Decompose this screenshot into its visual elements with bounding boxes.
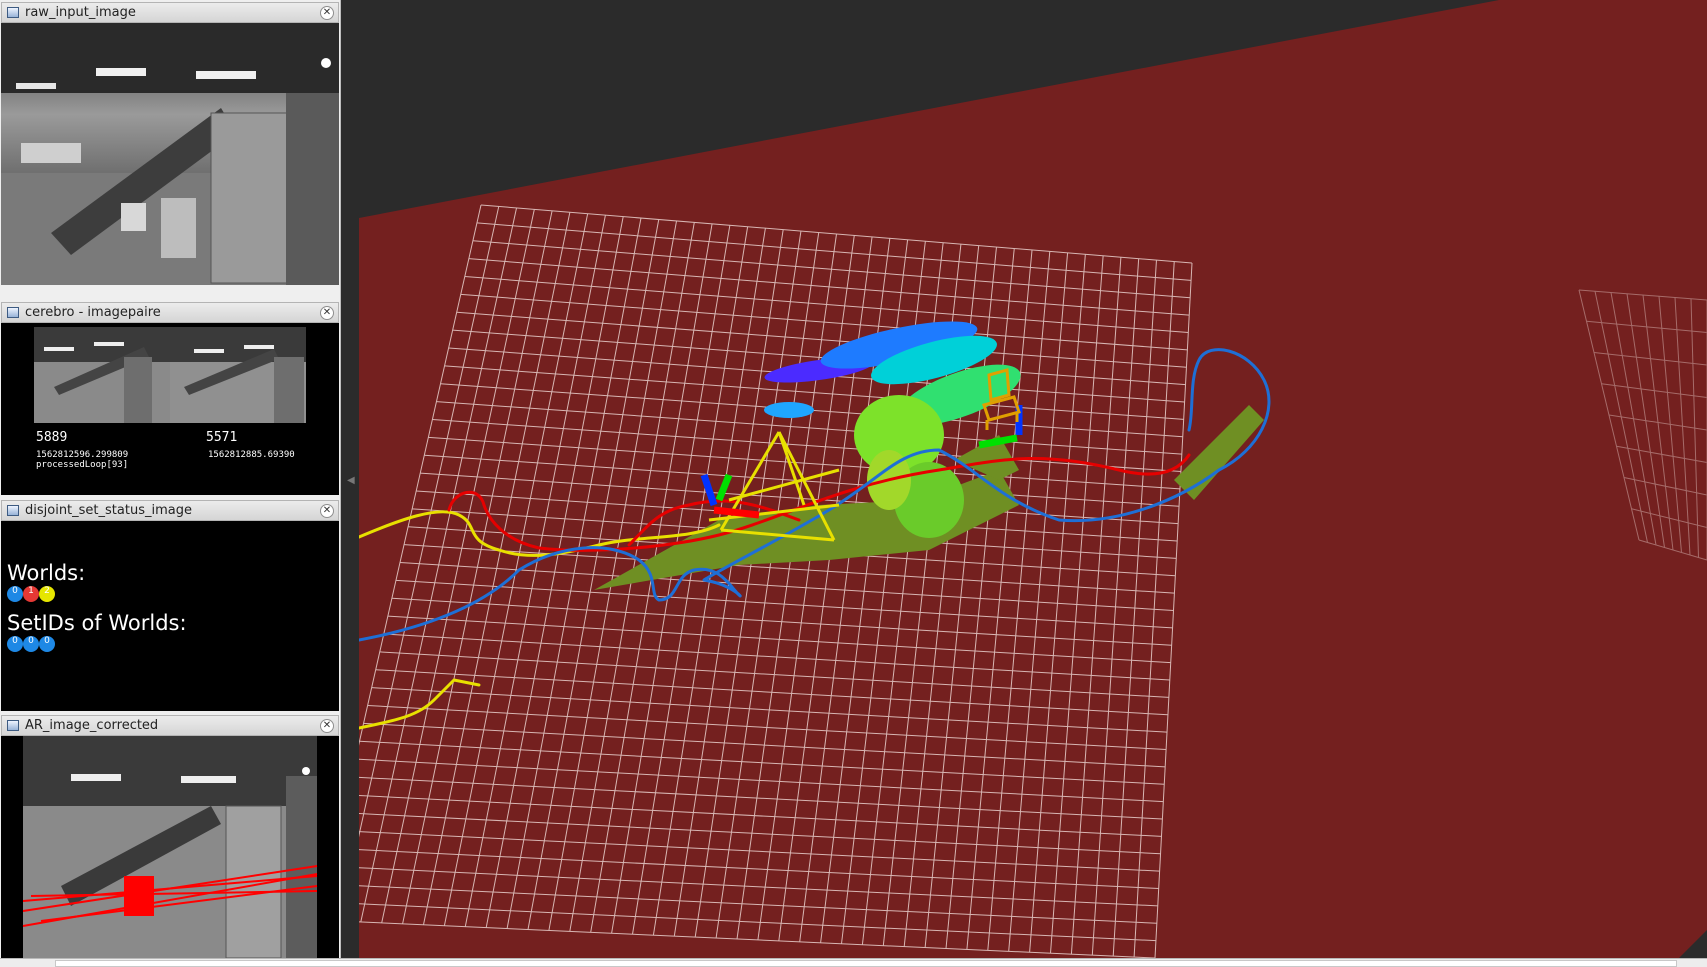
disjoint-set-status-view: Worlds: 012 SetIDs of Worlds: 000 bbox=[1, 521, 339, 711]
image-window-icon bbox=[7, 7, 19, 18]
loop-status: processedLoop[93] bbox=[36, 460, 128, 470]
panel-title: AR_image_corrected bbox=[25, 718, 320, 733]
left-frame-id: 5889 bbox=[36, 430, 67, 445]
raw-input-image-panel: raw_input_image ✕ bbox=[1, 2, 339, 285]
right-timestamp: 1562812885.69390 bbox=[208, 450, 295, 460]
panel-title: cerebro - imagepaire bbox=[25, 305, 320, 320]
panel-title: disjoint_set_status_image bbox=[25, 503, 320, 518]
setids-label: SetIDs of Worlds: bbox=[7, 611, 187, 635]
ar-image-view bbox=[1, 736, 339, 958]
ar-image-corrected-panel: AR_image_corrected ✕ bbox=[1, 715, 339, 958]
panel-titlebar[interactable]: raw_input_image ✕ bbox=[1, 2, 339, 23]
world-dots: 012 bbox=[7, 586, 55, 602]
setid-dot: 0 bbox=[39, 636, 55, 652]
panel-titlebar[interactable]: cerebro - imagepaire ✕ bbox=[1, 302, 339, 323]
close-icon[interactable]: ✕ bbox=[320, 504, 334, 518]
world-dot: 0 bbox=[7, 586, 23, 602]
world-dot: 2 bbox=[39, 586, 55, 602]
right-frame-id: 5571 bbox=[206, 430, 237, 445]
cerebro-imagepaire-panel: cerebro - imagepaire ✕ 5889 5571 1562812… bbox=[1, 302, 339, 495]
cerebro-imagepaire-view: 5889 5571 1562812596.299809 1562812885.6… bbox=[1, 323, 339, 495]
image-pair-thumbnails bbox=[34, 327, 306, 423]
ar-camera-image bbox=[1, 736, 339, 958]
rviz-3d-viewport[interactable] bbox=[359, 0, 1707, 958]
image-dock: raw_input_image ✕ bbox=[0, 0, 341, 958]
setid-dot: 0 bbox=[7, 636, 23, 652]
world-dot: 1 bbox=[23, 586, 39, 602]
camera-image bbox=[1, 23, 339, 285]
panel-title: raw_input_image bbox=[25, 5, 320, 20]
setid-dot: 0 bbox=[23, 636, 39, 652]
image-window-icon bbox=[7, 720, 19, 731]
setid-dots: 000 bbox=[7, 636, 55, 652]
image-window-icon bbox=[7, 307, 19, 318]
left-timestamp: 1562812596.299809 bbox=[36, 450, 128, 460]
panel-titlebar[interactable]: AR_image_corrected ✕ bbox=[1, 715, 339, 736]
close-icon[interactable]: ✕ bbox=[320, 6, 334, 20]
worlds-label: Worlds: bbox=[7, 561, 85, 585]
dock-collapse-arrow-icon[interactable]: ◀ bbox=[347, 474, 353, 488]
raw-input-image-view bbox=[1, 23, 339, 285]
close-icon[interactable]: ✕ bbox=[320, 306, 334, 320]
close-icon[interactable]: ✕ bbox=[320, 719, 334, 733]
image-window-icon bbox=[7, 505, 19, 516]
3d-scene bbox=[359, 0, 1707, 958]
disjoint-set-status-panel: disjoint_set_status_image ✕ Worlds: 012 … bbox=[1, 500, 339, 711]
panel-titlebar[interactable]: disjoint_set_status_image ✕ bbox=[1, 500, 339, 521]
